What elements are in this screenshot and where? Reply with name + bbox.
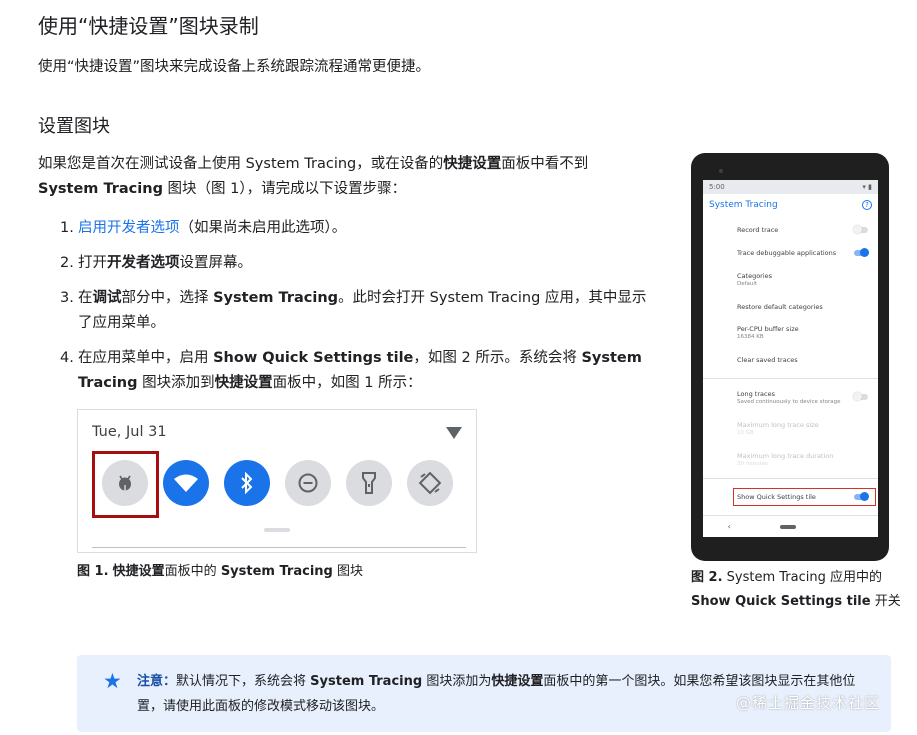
divider	[703, 378, 878, 379]
dnd-icon	[298, 473, 318, 493]
step-item: 2. 打开开发者选项设置屏幕。	[60, 255, 252, 271]
phone-screen: 5:00 ▾ ▮ System Tracing ? Record trace T…	[703, 180, 878, 537]
app-title: System Tracing	[709, 200, 778, 210]
page-title: 使用“快捷设置”图块录制	[38, 14, 259, 38]
pref-categories[interactable]: Categories Default	[737, 272, 772, 287]
back-icon[interactable]: ‹	[728, 522, 731, 531]
pref-max-size: Maximum long trace size 10 GB	[737, 421, 819, 436]
enable-developer-options-link[interactable]: 启用开发者选项	[78, 220, 180, 236]
pref-show-qs-tile[interactable]: Show Quick Settings tile	[737, 493, 816, 501]
highlight-box	[92, 451, 159, 518]
pref-restore-categories[interactable]: Restore default categories	[737, 303, 823, 311]
bluetooth-icon	[241, 472, 253, 494]
camera-icon	[719, 169, 723, 173]
show-qs-tile-switch[interactable]	[854, 492, 869, 501]
divider	[92, 547, 466, 548]
section-title: 设置图块	[38, 116, 110, 137]
pref-buffer-size[interactable]: Per-CPU buffer size 16384 KB	[737, 325, 799, 340]
star-icon: ★	[103, 669, 122, 693]
bluetooth-tile[interactable]	[224, 460, 270, 506]
flashlight-tile[interactable]	[346, 460, 392, 506]
long-traces-switch[interactable]	[853, 392, 868, 401]
battery-icon: ▾ ▮	[862, 183, 872, 191]
intro-text: 使用“快捷设置”图块来完成设备上系统跟踪流程通常更便捷。	[38, 59, 431, 75]
record-trace-switch[interactable]	[853, 225, 868, 234]
signal-icon	[446, 427, 462, 439]
status-time: 5:00	[709, 183, 725, 191]
wifi-tile[interactable]	[163, 460, 209, 506]
drag-handle[interactable]	[264, 528, 290, 532]
wifi-icon	[174, 474, 198, 492]
step-item: 3. 在调试部分中，选择 System Tracing。此时会打开 System …	[60, 290, 647, 331]
auto-rotate-tile[interactable]	[407, 460, 453, 506]
divider	[703, 478, 878, 479]
help-icon[interactable]: ?	[862, 200, 872, 210]
setup-steps: 1. 启用开发者选项（如果尚未启用此选项）。 2. 打开开发者选项设置屏幕。 3. 在…	[60, 216, 660, 406]
nav-bar: ‹	[703, 515, 878, 537]
home-pill[interactable]	[780, 524, 797, 529]
setup-paragraph: 如果您是首次在测试设备上使用 System Tracing，或在设备的快捷设置面…	[38, 156, 589, 197]
flashlight-icon	[362, 472, 376, 494]
figure-1-caption: 图 1. 快捷设置面板中的 System Tracing 图块	[77, 564, 363, 579]
trace-debuggable-switch[interactable]	[854, 248, 869, 257]
watermark: @稀土掘金技术社区	[736, 694, 881, 712]
pref-record-trace[interactable]: Record trace	[737, 226, 778, 234]
status-bar: 5:00 ▾ ▮	[703, 180, 878, 194]
pref-clear-traces[interactable]: Clear saved traces	[737, 356, 798, 364]
qs-date: Tue, Jul 31	[92, 424, 167, 440]
pref-max-duration: Maximum long trace duration 30 minutes	[737, 452, 834, 467]
quick-settings-figure: Tue, Jul 31	[77, 409, 477, 553]
step-item: 4. 在应用菜单中，启用 Show Quick Settings tile，如图 …	[60, 350, 642, 391]
app-bar: System Tracing ?	[703, 194, 878, 216]
step-item: 1. 启用开发者选项（如果尚未启用此选项）。	[60, 220, 347, 236]
pref-trace-debuggable[interactable]: Trace debuggable applications	[737, 249, 836, 257]
figure-2-caption: 图 2. System Tracing 应用中的 Show Quick Setti…	[691, 570, 901, 609]
do-not-disturb-tile[interactable]	[285, 460, 331, 506]
rotate-icon	[418, 471, 442, 495]
pref-long-traces[interactable]: Long traces Saved continuously to device …	[737, 390, 841, 405]
